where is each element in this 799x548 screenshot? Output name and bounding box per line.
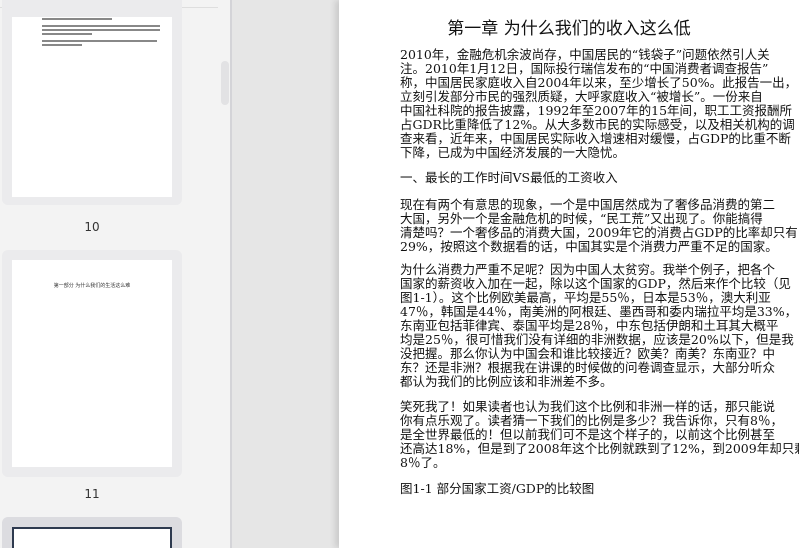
paragraph-line: 东南亚包括菲律宾、泰国平均是28％，中东包括伊朗和土耳其大概平: [400, 318, 779, 333]
paragraph-line: 笑死我了！如果读者也认为我们这个比例和非洲一样的话，那只能说: [400, 399, 776, 414]
paragraph-line: 大国，另外一个是金融危机的时候，“民工荒”又出现了。你能搞得: [400, 211, 763, 226]
paragraph-line: 立刻引发部分市民的强烈质疑，大呼家庭收入“被增长”。一份来自: [400, 89, 763, 104]
paragraph-line: 还高达18%，但是到了2008年这个比例就跌到了12%，到2009年却只剩: [400, 441, 799, 456]
document-page: 第一章 为什么我们的收入这么低 2010年，金融危机余波尚存，中国居民的“钱袋子…: [339, 0, 799, 548]
page-number-label: 11: [84, 487, 100, 501]
paragraph-line: 称，中国居民家庭收入自2004年以来，至少增长了50%。此报告一出，: [400, 75, 798, 90]
thumbnail-image: [12, 17, 172, 197]
paragraph-line: 下降，已成为中国经济发展的一大隐忧。: [400, 145, 626, 160]
paragraph-line: 占GDR比重降低了12%。从大多数市民的实际感受，以及相关机构的调: [400, 117, 795, 132]
paragraph-line: 都认为我们的比例应该和非洲差不多。: [400, 374, 613, 389]
thumbnail-sidebar: 10 第一部分 为什么我们的生活这么难 11: [0, 0, 232, 548]
paragraph-line: 你有点乐观了。读者猜一下我们的比例是多少？我告诉你，只有8％，: [400, 413, 783, 428]
chapter-title: 第一章 为什么我们的收入这么低: [447, 19, 691, 39]
figure-caption: 图1-1 部分国家工资/GDP的比较图: [400, 481, 595, 496]
paragraph-line: 注。2010年1月12日，国际投行瑞信发布的“中国消费者调查报告”: [400, 61, 769, 76]
thumbnail-image: 第一部分 为什么我们的生活这么难: [12, 260, 172, 467]
paragraph-line: 为什么消费力严重不足呢？因为中国人太贫穷。我举个例子，把各个: [400, 262, 776, 277]
paragraph-line: 8％了。: [400, 455, 446, 470]
thumbnail-page-12[interactable]: [2, 517, 182, 548]
thumbnail-page-10[interactable]: [2, 0, 182, 205]
paragraph-line: 中国社科院的报告披露，1992年至2007年的15年间，职工工资报酬所: [400, 103, 793, 118]
section-heading: 一、最长的工作时间VS最低的工资收入: [400, 170, 618, 185]
thumbnail-image: [12, 527, 172, 548]
paragraph-line: 东？还是非洲？根据我在讲课的时候做的问卷调查显示，大部分听众: [400, 360, 776, 375]
thumbnail-page-11[interactable]: 第一部分 为什么我们的生活这么难: [2, 250, 182, 477]
thumbnail-title: 第一部分 为什么我们的生活这么难: [53, 283, 131, 289]
paragraph-line: 没把握。那么你认为中国会和谁比较接近？欧美？南美？东南亚？中: [400, 346, 776, 361]
paragraph-line: 47％，韩国是44％，南美洲的阿根廷、墨西哥和委内瑞拉平均是33%，: [400, 304, 798, 319]
paragraph-line: 国家的薪资收入加在一起，除以这个国家的GDP，然后来作个比较（见: [400, 276, 791, 291]
page-number-label: 10: [84, 220, 100, 234]
paragraph-line: 是全世界最低的！但以前我们可不是这个样子的，以前这个比例甚至: [400, 427, 776, 442]
paragraph-line: 图1-1）。这个比例欧美最高，平均是55％，日本是53％，澳大利亚: [400, 290, 771, 305]
sidebar-scrollbar[interactable]: [221, 61, 229, 105]
paragraph-line: 清楚吗？一个奢侈品的消费大国，2009年它的消费占GDP的比率却只有: [400, 225, 798, 240]
paragraph-line: 2010年，金融危机余波尚存，中国居民的“钱袋子”问题依然引人关: [400, 47, 770, 62]
paragraph-line: 29%，按照这个数据看的话，中国其实是个消费力严重不足的国家。: [400, 239, 778, 254]
paragraph-line: 现在有两个有意思的现象，一个是中国居然成为了奢侈品消费的第二: [400, 197, 776, 212]
paragraph-line: 查来看，近年来，中国居民实际收入增速相对缓慢，占GDP的比重不断: [400, 131, 791, 146]
paragraph-line: 均是25％，很可惜我们没有详细的非洲数据，应该是20%以下，但是我: [400, 332, 794, 347]
